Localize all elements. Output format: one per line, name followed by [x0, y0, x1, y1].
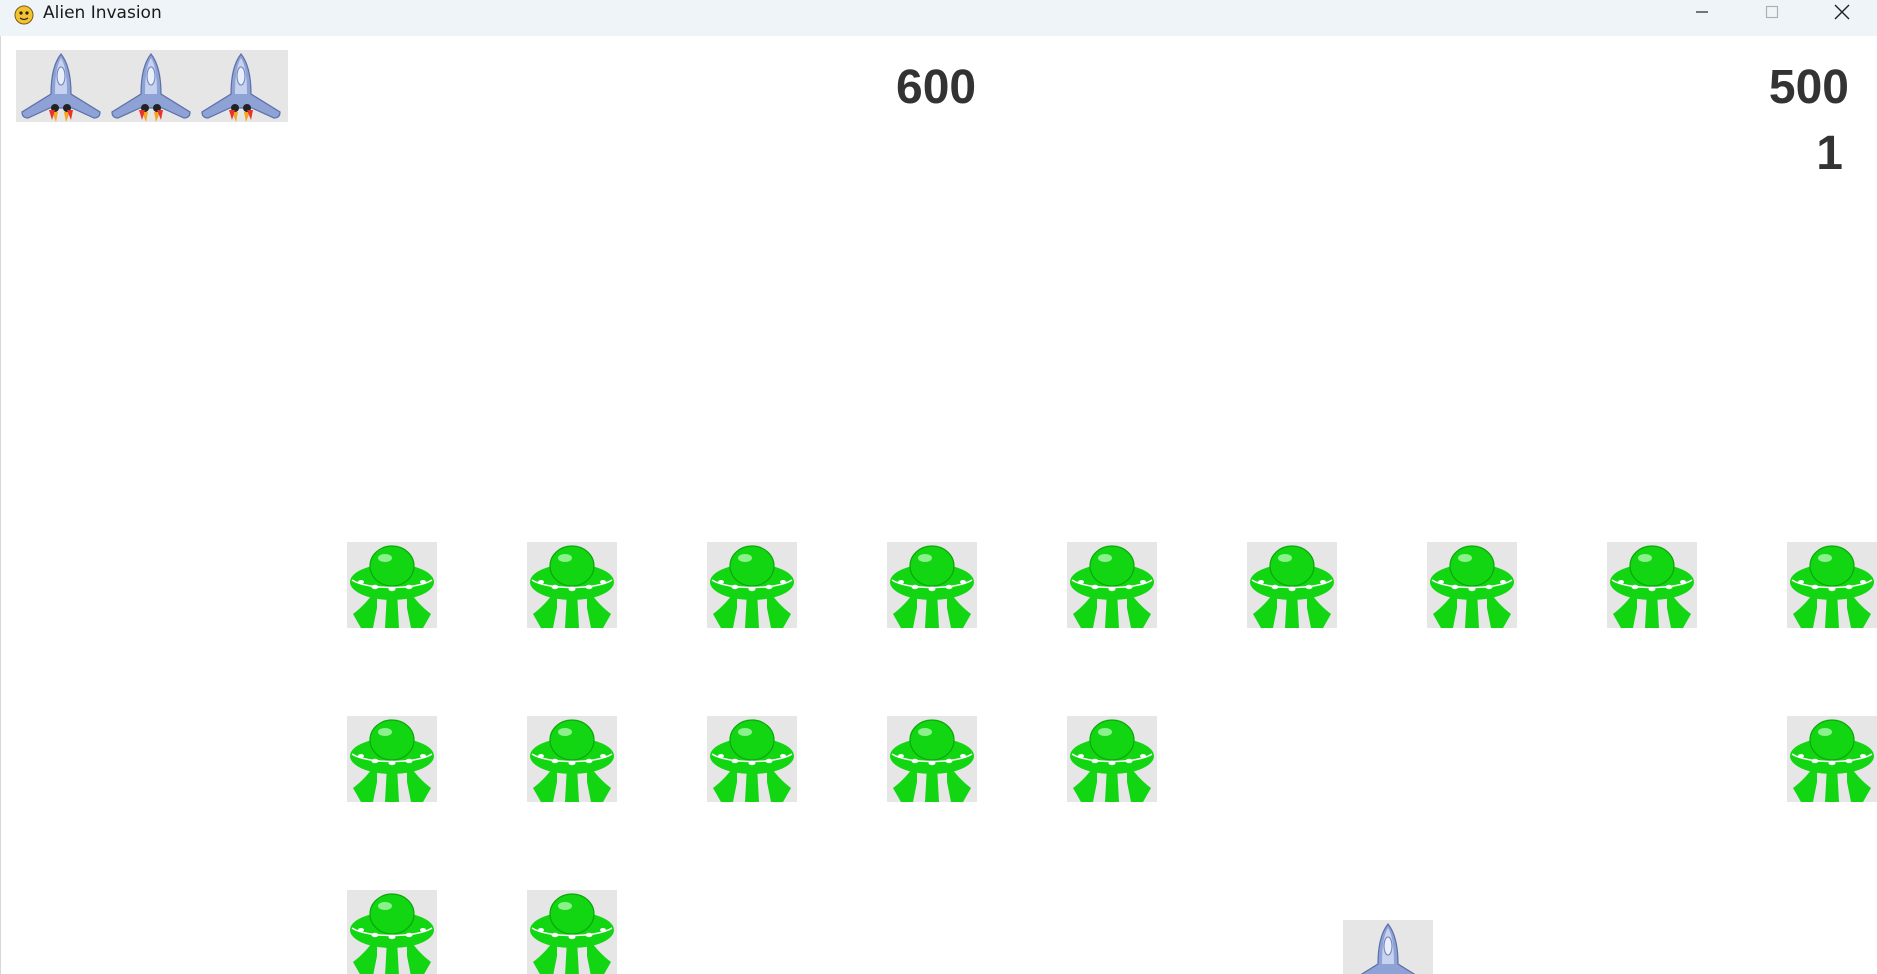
current-score: 600 — [896, 61, 977, 114]
alien — [527, 716, 617, 802]
alien — [527, 890, 617, 974]
minimize-icon — [1695, 5, 1709, 24]
high-score: 500 — [1768, 61, 1849, 114]
level-indicator: 1 — [1816, 127, 1843, 180]
life-ship-icon — [16, 50, 106, 122]
alien — [887, 716, 977, 802]
alien — [1787, 716, 1877, 802]
alien — [1067, 716, 1157, 802]
life-ship-icon — [106, 50, 196, 122]
player-ship-icon — [1343, 920, 1433, 974]
alien — [347, 890, 437, 974]
maximize-icon — [1765, 5, 1779, 24]
close-button[interactable] — [1807, 0, 1877, 28]
game-window: Alien Invasion 600 500 1 — [0, 0, 1877, 974]
close-icon — [1834, 4, 1850, 25]
alien — [707, 716, 797, 802]
maximize-button[interactable] — [1737, 0, 1807, 28]
minimize-button[interactable] — [1667, 0, 1737, 28]
window-title: Alien Invasion — [43, 3, 162, 23]
alien — [1247, 542, 1337, 628]
pygame-snake-icon — [13, 4, 35, 26]
game-canvas[interactable]: 600 500 1 — [0, 36, 1877, 974]
ships-remaining — [16, 50, 288, 122]
life-ship-icon — [196, 50, 286, 122]
alien — [1427, 542, 1517, 628]
alien — [1787, 542, 1877, 628]
alien — [347, 716, 437, 802]
alien — [347, 542, 437, 628]
alien — [1067, 542, 1157, 628]
player-ship — [1343, 920, 1433, 974]
alien — [887, 542, 977, 628]
alien — [1607, 542, 1697, 628]
title-bar[interactable]: Alien Invasion — [0, 0, 1877, 37]
alien — [707, 542, 797, 628]
alien — [527, 542, 617, 628]
